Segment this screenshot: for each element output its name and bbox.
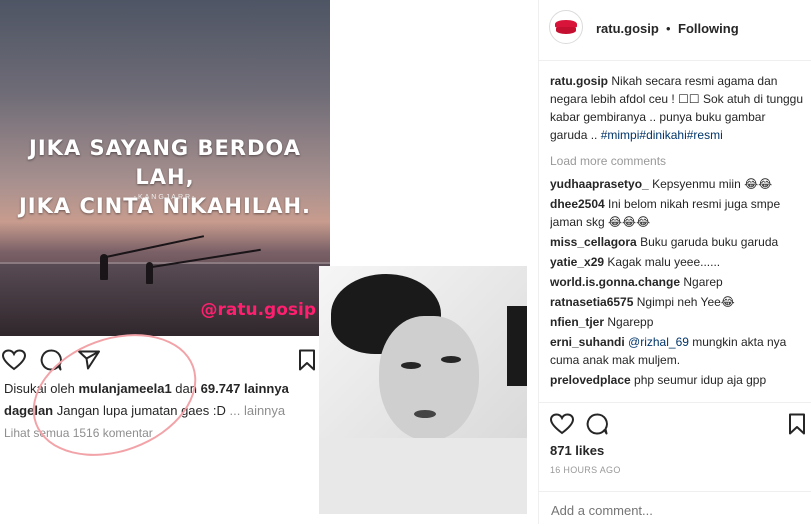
comment-text: Ngimpi neh Yee😂 xyxy=(636,295,735,309)
comment-item: nfien_tjer Ngarepp xyxy=(550,313,806,331)
watermark: @ratu.gosip xyxy=(200,300,316,320)
comment-item: ratnasetia6575 Ngimpi neh Yee😂 xyxy=(550,293,806,311)
comment-username[interactable]: nfien_tjer xyxy=(550,315,604,329)
comment-username[interactable]: yatie_x29 xyxy=(550,255,604,269)
portrait-face xyxy=(379,316,479,441)
lips-logo-bottom xyxy=(556,27,576,34)
likes-count: 69.747 lainnya xyxy=(200,381,289,396)
comment-text: Ngarep xyxy=(683,275,723,289)
fisherman-figure xyxy=(100,254,108,280)
post-header: ratu.gosip • Following xyxy=(539,0,811,61)
likes-count[interactable]: 871 likes xyxy=(550,443,604,458)
quote-text: JIKA SAYANG BERDOA LAH, JIKA CINTA NIKAH… xyxy=(0,134,330,221)
heart-icon xyxy=(2,349,26,371)
comment-text: php seumur idup aja gpp xyxy=(634,373,767,387)
comment-text: Buku garuda buku garuda xyxy=(640,235,779,249)
comment-item: yudhaaprasetyo_ Kepsyenmu miin 😂😂 xyxy=(550,175,806,193)
load-more-comments[interactable]: Load more comments xyxy=(550,152,806,170)
post-media: JIKA SAYANG BERDOA LAH, JIKA CINTA NIKAH… xyxy=(0,0,538,524)
header-username[interactable]: ratu.gosip xyxy=(596,21,659,36)
highlight-circle xyxy=(15,312,214,478)
header-separator: • xyxy=(666,21,671,36)
portrait-arm xyxy=(319,438,527,514)
comment-username[interactable]: ratnasetia6575 xyxy=(550,295,633,309)
comment-icon[interactable] xyxy=(586,413,608,435)
post-footer: 871 likes 16 HOURS AGO xyxy=(539,402,811,525)
comment-item: yatie_x29 Kagak malu yeee...... xyxy=(550,253,806,271)
add-comment-bar xyxy=(539,491,811,526)
comment-item: world.is.gonna.change Ngarep xyxy=(550,273,806,291)
comment-username[interactable]: dhee2504 xyxy=(550,197,605,211)
quote-line-1: JIKA SAYANG BERDOA LAH, xyxy=(29,136,301,189)
bookmark-icon xyxy=(299,349,315,371)
portrait-lips xyxy=(414,410,436,418)
caption-more: ... lainnya xyxy=(229,403,286,418)
comment-item: dhee2504 Ini belom nikah resmi juga smpe… xyxy=(550,195,806,231)
comment-input[interactable] xyxy=(549,502,803,519)
comment-item: erni_suhandi @rizhal_69 mungkin akta nya… xyxy=(550,333,806,369)
heart-icon[interactable] xyxy=(550,413,574,435)
portrait-photo xyxy=(319,266,527,514)
caption-username[interactable]: ratu.gosip xyxy=(550,74,608,88)
comment-username[interactable]: erni_suhandi xyxy=(550,335,625,349)
caption: ratu.gosip Nikah secara resmi agama dan … xyxy=(550,72,806,144)
portrait-eye xyxy=(401,362,421,369)
comment-item: miss_cellagora Buku garuda buku garuda xyxy=(550,233,806,251)
post-timestamp: 16 HOURS AGO xyxy=(550,465,621,475)
bookmark-icon[interactable] xyxy=(788,413,806,435)
comments-list: ratu.gosip Nikah secara resmi agama dan … xyxy=(550,72,806,402)
comment-mention[interactable]: @rizhal_69 xyxy=(628,335,689,349)
avatar[interactable] xyxy=(549,10,583,44)
fishing-rod xyxy=(105,235,204,258)
comment-username[interactable]: yudhaaprasetyo_ xyxy=(550,177,649,191)
comment-text: Ngarepp xyxy=(607,315,654,329)
quote-photo: JIKA SAYANG BERDOA LAH, JIKA CINTA NIKAH… xyxy=(0,0,330,336)
comment-username[interactable]: world.is.gonna.change xyxy=(550,275,680,289)
sea xyxy=(0,262,330,336)
post-sidebar: ratu.gosip • Following ratu.gosip Nikah … xyxy=(538,0,811,524)
comment-username[interactable]: prelovedplace xyxy=(550,373,631,387)
quote-author: -KANGJARR- xyxy=(133,194,197,201)
comment-text: Kagak malu yeee...... xyxy=(607,255,721,269)
embedded-screenshot-post: JIKA SAYANG BERDOA LAH, JIKA CINTA NIKAH… xyxy=(0,0,330,478)
comment-username[interactable]: miss_cellagora xyxy=(550,235,637,249)
portrait-top xyxy=(507,306,527,386)
comment-text: Kepsyenmu miin 😂😂 xyxy=(652,177,773,191)
caption-hashtags[interactable]: #mimpi#dinikahi#resmi xyxy=(601,128,723,142)
comment-item: prelovedplace php seumur idup aja gpp xyxy=(550,371,806,389)
portrait-eye xyxy=(441,356,461,363)
following-button[interactable]: Following xyxy=(678,21,739,36)
